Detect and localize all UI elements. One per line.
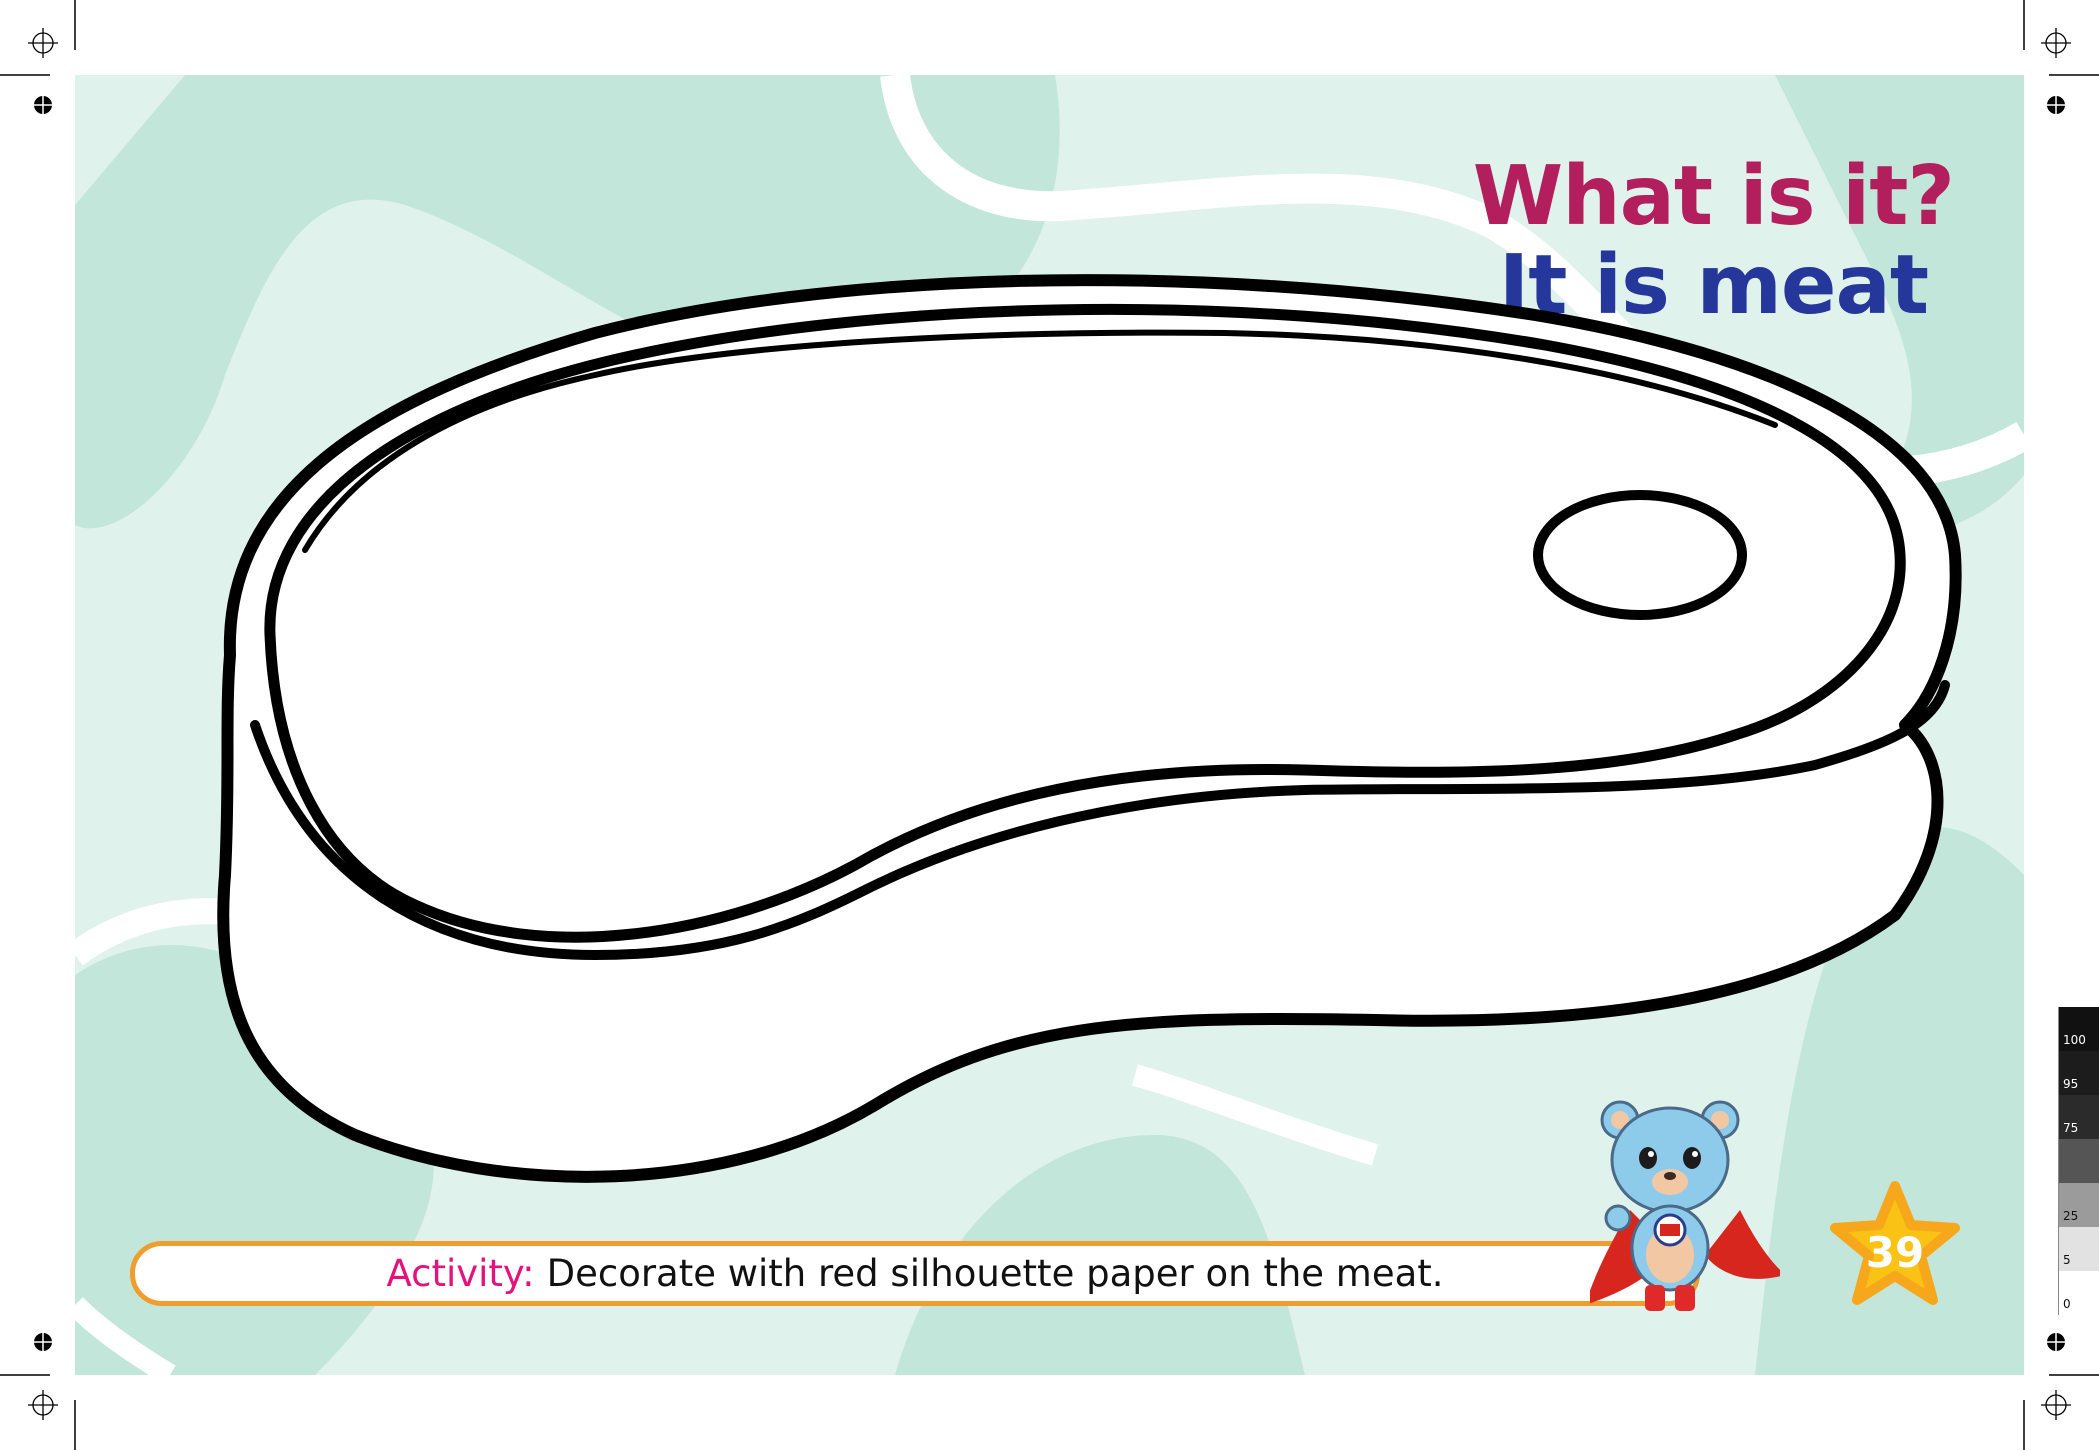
scale-swatch-label: 100 (2063, 1033, 2086, 1047)
scale-swatch-label: 5 (2063, 1253, 2071, 1267)
scale-swatch: 25 (2058, 1183, 2099, 1227)
print-marks (0, 0, 2099, 1450)
scale-swatch (2058, 1139, 2099, 1183)
scale-swatch-label: 95 (2063, 1077, 2079, 1091)
scale-swatch: 0 (2058, 1271, 2099, 1315)
scale-swatch-label: 0 (2063, 1297, 2071, 1311)
scale-swatch: 5 (2058, 1227, 2099, 1271)
scale-swatch: 75 (2058, 1095, 2099, 1139)
scale-swatch: 100 (2058, 1007, 2099, 1051)
scale-swatch-label: 75 (2063, 1121, 2079, 1135)
crosshair-icon (28, 28, 2071, 1420)
scale-swatch: 95 (2058, 1051, 2099, 1095)
scale-swatch-label: 25 (2063, 1209, 2079, 1223)
color-calibration-scale: 100 95 75 25 5 0 (2058, 1007, 2099, 1315)
